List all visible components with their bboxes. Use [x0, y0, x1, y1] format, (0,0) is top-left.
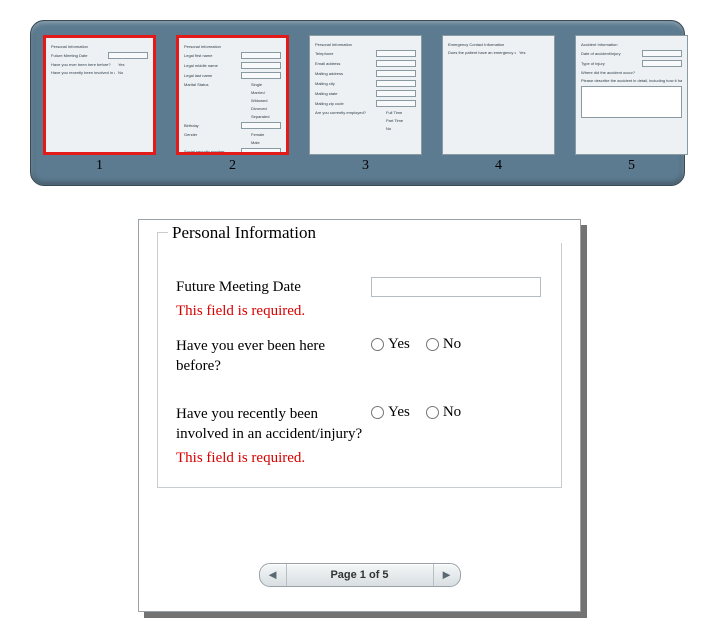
thumb-header: Personal Information [51, 44, 148, 49]
been-here-yes-option[interactable]: Yes [371, 336, 410, 353]
meeting-date-input[interactable] [371, 277, 541, 297]
thumb-header: Personal Information [315, 42, 416, 47]
accident-no-option[interactable]: No [426, 404, 461, 421]
thumb-header: Emergency Contact Information [448, 42, 549, 47]
page-thumbnail-4[interactable]: Emergency Contact InformationDoes the pa… [442, 35, 555, 179]
thumb-header: Accident Information [581, 42, 682, 47]
thumb-page-number: 5 [575, 159, 688, 173]
been-here-label: Have you ever been here before? [176, 336, 371, 376]
accident-no-radio[interactable] [426, 406, 439, 419]
thumb-page-number: 2 [176, 159, 289, 173]
fieldset-legend: Personal Information [168, 223, 571, 243]
pager-prev-button[interactable]: ◄ [260, 564, 287, 586]
thumb-header: Personal Information [184, 44, 281, 49]
meeting-date-label: Future Meeting Date [176, 277, 371, 297]
accident-label: Have you recently been involved in an ac… [176, 404, 371, 444]
been-here-no-radio[interactable] [426, 338, 439, 351]
been-here-no-option[interactable]: No [426, 336, 461, 353]
thumb-page-number: 3 [309, 159, 422, 173]
thumb-page-number: 1 [43, 159, 156, 173]
page-thumbnail-3[interactable]: Personal InformationTelephoneEmail addre… [309, 35, 422, 179]
personal-information-fieldset: Personal Information Future Meeting Date… [157, 232, 562, 488]
page-thumbnail-strip: Personal InformationFuture Meeting DateH… [30, 20, 685, 186]
page-thumbnail-5[interactable]: Accident InformationDate of accident/inj… [575, 35, 688, 179]
pager-next-button[interactable]: ► [433, 564, 460, 586]
accident-yes-option[interactable]: Yes [371, 404, 410, 421]
page-thumbnail-1[interactable]: Personal InformationFuture Meeting DateH… [43, 35, 156, 179]
accident-yes-radio[interactable] [371, 406, 384, 419]
form-panel: Personal Information Future Meeting Date… [138, 219, 581, 612]
pager-text: Page 1 of 5 [287, 569, 433, 581]
thumb-page-number: 4 [442, 159, 555, 173]
accident-error: This field is required. [176, 450, 543, 467]
been-here-yes-radio[interactable] [371, 338, 384, 351]
meeting-date-error: This field is required. [176, 303, 543, 320]
pager: ◄ Page 1 of 5 ► [139, 563, 580, 587]
page-thumbnail-2[interactable]: Personal InformationLegal first nameLega… [176, 35, 289, 179]
